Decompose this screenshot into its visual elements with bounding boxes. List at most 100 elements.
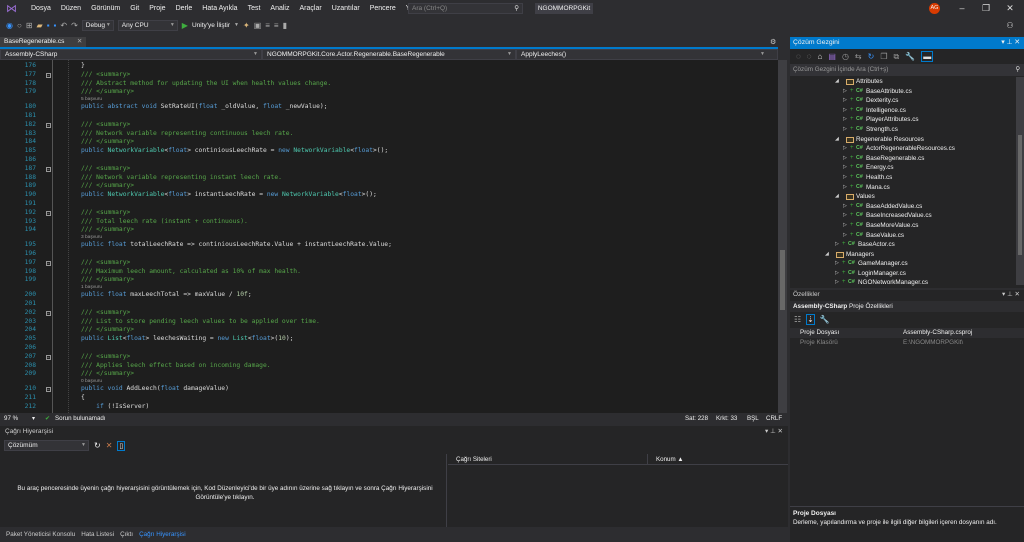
- bottom-tab[interactable]: Hata Listesi: [78, 528, 117, 541]
- collapsed-arrow-icon[interactable]: ▷: [843, 154, 847, 164]
- undo-icon[interactable]: ↶: [60, 21, 67, 30]
- expanded-arrow-icon[interactable]: ◢: [835, 135, 839, 145]
- tree-scrollbar[interactable]: [1016, 77, 1024, 285]
- collapsed-arrow-icon[interactable]: ▷: [843, 163, 847, 173]
- restore-button[interactable]: ❐: [979, 1, 993, 15]
- pending-changes-icon[interactable]: ◷: [842, 52, 849, 61]
- tree-file[interactable]: ▷ + C# Mana.cs: [790, 183, 1014, 193]
- tree-folder[interactable]: ◢ Managers: [790, 250, 1014, 260]
- collapsed-arrow-icon[interactable]: ▷: [835, 259, 839, 269]
- menu-item[interactable]: Araçlar: [295, 5, 327, 12]
- collapsed-arrow-icon[interactable]: ▷: [835, 269, 839, 279]
- tree-file[interactable]: ▷ + C# ActorRegenerableResources.cs: [790, 144, 1014, 154]
- code-editor[interactable]: 176} 177−/// <summary> 178/// Abstract met…: [0, 60, 778, 413]
- scrollbar-thumb[interactable]: [1018, 135, 1022, 255]
- new-project-icon[interactable]: ⊞: [26, 21, 33, 30]
- close-button[interactable]: ✕: [1003, 1, 1017, 15]
- tree-file[interactable]: ▷ + C# GameManager.cs: [790, 259, 1014, 269]
- collapsed-arrow-icon[interactable]: ▷: [843, 87, 847, 97]
- uncomment-icon[interactable]: ≡: [274, 21, 279, 30]
- menu-item[interactable]: Görünüm: [86, 5, 125, 12]
- collapsed-arrow-icon[interactable]: ▷: [843, 96, 847, 106]
- scrollbar-thumb[interactable]: [780, 250, 785, 310]
- open-folder-icon[interactable]: ▰: [37, 21, 43, 30]
- sync-icon[interactable]: ⇆: [855, 52, 862, 61]
- menu-item[interactable]: Proje: [144, 5, 170, 12]
- collapse-icon[interactable]: −: [46, 166, 51, 172]
- menu-item[interactable]: Derle: [171, 5, 198, 12]
- menu-item[interactable]: Dosya: [26, 5, 56, 12]
- tree-file[interactable]: ▷ + C# PlayerAttributes.cs: [790, 115, 1014, 125]
- tree-file[interactable]: ▷ + C# NGONetworkManager.cs: [790, 278, 1014, 288]
- tree-file[interactable]: ▷ + C# LoginManager.cs: [790, 269, 1014, 279]
- collapsed-arrow-icon[interactable]: ▷: [843, 125, 847, 135]
- column-location[interactable]: Konum ▲: [648, 454, 788, 465]
- menu-item[interactable]: Düzen: [56, 5, 86, 12]
- platform-dropdown[interactable]: Any CPU ▼: [117, 19, 178, 31]
- toggle-details-icon[interactable]: ▯: [117, 440, 126, 451]
- menu-item[interactable]: Analiz: [265, 5, 294, 12]
- remove-icon[interactable]: ✕: [106, 441, 113, 450]
- menu-item[interactable]: Uzantılar: [327, 5, 365, 12]
- collapse-all-icon[interactable]: ❐: [880, 52, 887, 61]
- collapsed-arrow-icon[interactable]: ▷: [843, 144, 847, 154]
- expanded-arrow-icon[interactable]: ◢: [835, 192, 839, 202]
- collapsed-arrow-icon[interactable]: ▷: [843, 211, 847, 221]
- minimize-button[interactable]: –: [955, 1, 969, 15]
- attach-unity-button[interactable]: Unity'ye İliştir: [192, 22, 230, 29]
- panel-controls-icon[interactable]: ▾ ⊥ ✕: [1002, 290, 1020, 300]
- collapse-icon[interactable]: −: [46, 310, 51, 316]
- property-row[interactable]: Proje Dosyası Assembly-CSharp.csproj: [790, 328, 1024, 338]
- class-dropdown[interactable]: NGOMMORPGKit.Core.Actor.Regenerable.Base…: [262, 49, 516, 60]
- avatar[interactable]: AG: [929, 3, 940, 14]
- editor-scrollbar[interactable]: [778, 60, 787, 413]
- tree-file[interactable]: ▷ + C# Intelligence.cs: [790, 106, 1014, 116]
- project-dropdown[interactable]: Assembly-CSharp ▼: [0, 49, 262, 60]
- collapse-icon[interactable]: −: [46, 387, 51, 393]
- tab-base-regenerable[interactable]: BaseRegenerable.cs ✕: [0, 37, 87, 47]
- column-call-sites[interactable]: Çağrı Siteleri: [448, 454, 648, 465]
- switch-views-icon[interactable]: ▤: [828, 52, 836, 61]
- tree-file[interactable]: ▷ + C# Health.cs: [790, 173, 1014, 183]
- bottom-tab[interactable]: Paket Yöneticisi Konsolu: [3, 528, 78, 541]
- chevron-down-icon[interactable]: ▼: [234, 22, 239, 28]
- properties-object-selector[interactable]: Assembly-CSharp Proje Özellikleri: [790, 301, 1024, 312]
- forward-icon[interactable]: ◌: [807, 52, 812, 61]
- comment-icon[interactable]: ≡: [265, 21, 270, 30]
- zoom-level[interactable]: 97 %: [4, 413, 18, 425]
- bottom-tab[interactable]: Çağrı Hiyerarşisi: [136, 528, 189, 541]
- preview-icon[interactable]: ▬: [921, 51, 934, 62]
- collapse-icon[interactable]: −: [46, 72, 51, 78]
- menu-item[interactable]: Pencere: [365, 5, 401, 12]
- find-icon[interactable]: ✦: [243, 21, 250, 30]
- collapsed-arrow-icon[interactable]: ▷: [835, 278, 839, 288]
- tree-file[interactable]: ▷ + C# BaseAttribute.cs: [790, 87, 1014, 97]
- categorized-icon[interactable]: ☷: [794, 315, 801, 324]
- tree-file[interactable]: ▷ + C# BaseRegenerable.cs: [790, 154, 1014, 164]
- forward-icon[interactable]: ○: [17, 21, 22, 30]
- search-input[interactable]: Ara (Ctrl+Q) ⚲: [408, 3, 523, 14]
- property-row[interactable]: Proje Klasörü E:\NGOMMORPGKit\: [790, 338, 1024, 348]
- expanded-arrow-icon[interactable]: ◢: [835, 77, 839, 87]
- tree-file[interactable]: ▷ + C# Strength.cs: [790, 125, 1014, 135]
- configuration-dropdown[interactable]: Debug ▼: [81, 19, 114, 31]
- refresh-icon[interactable]: ↻: [94, 441, 101, 450]
- collapsed-arrow-icon[interactable]: ▷: [843, 115, 847, 125]
- bottom-tab[interactable]: Çıktı: [117, 528, 136, 541]
- play-icon[interactable]: ▶: [182, 21, 188, 30]
- collapsed-arrow-icon[interactable]: ▷: [843, 183, 847, 193]
- panel-controls-icon[interactable]: ▾ ⊥ ✕: [1001, 37, 1020, 49]
- collapsed-arrow-icon[interactable]: ▷: [835, 240, 839, 250]
- collapse-icon[interactable]: −: [46, 354, 51, 360]
- tree-file[interactable]: ▷ + C# BaseValue.cs: [790, 231, 1014, 241]
- tree-folder[interactable]: ◢ Values: [790, 192, 1014, 202]
- expanded-arrow-icon[interactable]: ◢: [825, 250, 829, 260]
- panel-controls-icon[interactable]: ▾ ⊥ ✕: [765, 426, 783, 438]
- redo-icon[interactable]: ↷: [71, 21, 78, 30]
- alphabetical-icon[interactable]: ⇣: [806, 314, 815, 325]
- tree-file[interactable]: ▷ + C# BaseActor.cs: [790, 240, 1014, 250]
- collapse-icon[interactable]: −: [46, 210, 51, 216]
- tab-settings-icon[interactable]: ⚙: [770, 38, 776, 46]
- tree-folder[interactable]: ◢ Regenerable Resources: [790, 135, 1014, 145]
- menu-item[interactable]: Hata Ayıkla: [197, 5, 242, 12]
